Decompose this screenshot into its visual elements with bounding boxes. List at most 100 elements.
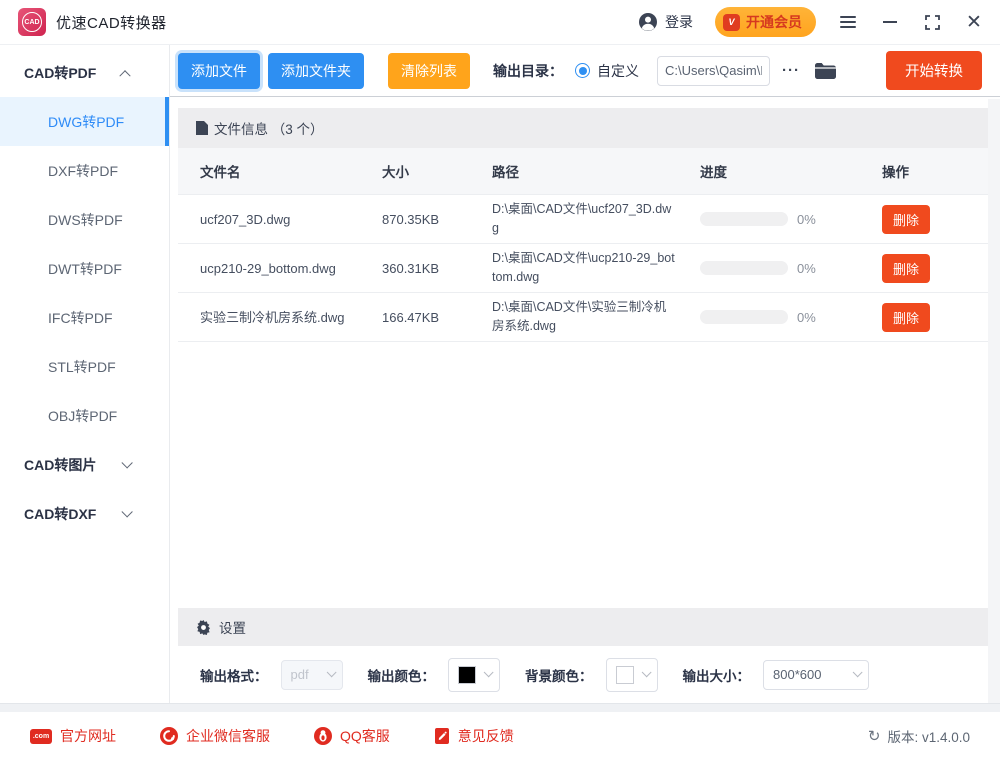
progress-bar	[700, 261, 788, 275]
output-color-label: 输出颜色：	[368, 665, 436, 685]
browse-dots-button[interactable]: ···	[782, 62, 800, 79]
vip-label: 开通会员	[746, 12, 802, 32]
feedback-link[interactable]: 意见反馈	[434, 726, 514, 746]
progress-bar	[700, 310, 788, 324]
sidebar-item-stl-to-pdf[interactable]: STL转PDF	[0, 342, 169, 391]
official-site-link[interactable]: .com 官方网址	[30, 726, 116, 746]
sidebar-group-cad-to-pdf[interactable]: CAD转PDF	[0, 48, 169, 97]
qq-support-link[interactable]: QQ客服	[314, 726, 390, 746]
menu-icon[interactable]	[838, 12, 858, 32]
clear-list-button[interactable]: 清除列表	[388, 53, 470, 89]
progress-percent: 0%	[797, 261, 816, 276]
output-size-select[interactable]: 800*600	[763, 660, 869, 690]
chevron-down-icon	[326, 667, 336, 677]
sidebar-item-obj-to-pdf[interactable]: OBJ转PDF	[0, 391, 169, 440]
chevron-down-icon	[641, 667, 651, 677]
output-format-select[interactable]: pdf	[281, 660, 343, 690]
file-path: D:\桌面\CAD文件\ucf207_3D.dwg	[492, 200, 700, 238]
add-folder-button[interactable]: 添加文件夹	[268, 53, 364, 89]
version-text: 版本: v1.4.0.0	[887, 726, 970, 746]
settings-title: 设置	[219, 617, 246, 637]
sidebar-item-dwt-to-pdf[interactable]: DWT转PDF	[0, 244, 169, 293]
wechat-support-link[interactable]: 企业微信客服	[160, 726, 270, 746]
sidebar-group-cad-to-image[interactable]: CAD转图片	[0, 440, 169, 489]
open-vip-button[interactable]: V 开通会员	[715, 7, 816, 37]
scrollbar-track[interactable]	[988, 99, 1000, 703]
output-dir-label: 输出目录：	[493, 61, 563, 81]
col-path: 路径	[492, 161, 700, 181]
vip-icon: V	[723, 14, 740, 31]
progress-percent: 0%	[797, 310, 816, 325]
gear-icon	[196, 620, 211, 635]
delete-button[interactable]: 删除	[882, 254, 930, 283]
delete-button[interactable]: 删除	[882, 303, 930, 332]
maximize-icon	[925, 15, 940, 30]
qq-icon	[314, 727, 332, 745]
chevron-down-icon	[121, 457, 132, 468]
settings-row: 输出格式： pdf 输出颜色： 背景颜色： 输出大小： 800*600	[178, 646, 988, 703]
toolbar: 添加文件 添加文件夹 清除列表 输出目录： 自定义 ··· 开始转换	[170, 45, 1000, 97]
sidebar: CAD转PDF DWG转PDF DXF转PDF DWS转PDF DWT转PDF …	[0, 45, 170, 703]
sidebar-item-dxf-to-pdf[interactable]: DXF转PDF	[0, 146, 169, 195]
add-file-button[interactable]: 添加文件	[178, 53, 260, 89]
output-format-label: 输出格式：	[200, 665, 268, 685]
sidebar-item-ifc-to-pdf[interactable]: IFC转PDF	[0, 293, 169, 342]
wechat-icon	[160, 727, 178, 745]
color-swatch	[458, 666, 476, 684]
folder-icon	[814, 62, 836, 80]
output-path-input[interactable]	[657, 56, 770, 86]
app-title: 优速CAD转换器	[56, 12, 167, 33]
maximize-button[interactable]	[922, 12, 942, 32]
login-button[interactable]: 登录	[638, 12, 693, 32]
chevron-down-icon	[121, 506, 132, 517]
refresh-icon[interactable]: ↻	[868, 727, 881, 745]
bg-color-select[interactable]	[606, 658, 658, 692]
col-progress: 进度	[700, 161, 882, 181]
file-info-title: 文件信息 （3 个）	[214, 118, 324, 138]
open-folder-button[interactable]	[814, 62, 836, 80]
minimize-button[interactable]	[880, 12, 900, 32]
chevron-down-icon	[484, 667, 494, 677]
bg-color-label: 背景颜色：	[525, 665, 593, 685]
col-action: 操作	[882, 161, 988, 181]
file-table: ucf207_3D.dwg 870.35KB D:\桌面\CAD文件\ucf20…	[178, 194, 988, 342]
version-info: ↻ 版本: v1.4.0.0	[868, 726, 970, 746]
table-row: ucf207_3D.dwg 870.35KB D:\桌面\CAD文件\ucf20…	[178, 194, 988, 243]
sidebar-item-dws-to-pdf[interactable]: DWS转PDF	[0, 195, 169, 244]
file-path: D:\桌面\CAD文件\ucp210-29_bottom.dwg	[492, 249, 700, 287]
custom-dir-radio-label: 自定义	[597, 61, 639, 81]
titlebar: CAD 优速CAD转换器 登录 V 开通会员 ✕	[0, 0, 1000, 45]
user-icon	[638, 12, 658, 32]
file-name: ucp210-29_bottom.dwg	[200, 259, 382, 278]
sidebar-item-dwg-to-pdf[interactable]: DWG转PDF	[0, 97, 169, 146]
footer-separator	[0, 703, 1000, 712]
col-size: 大小	[382, 161, 492, 181]
chevron-up-icon	[119, 70, 130, 81]
app-logo-icon: CAD	[18, 8, 46, 36]
custom-dir-radio[interactable]	[575, 63, 590, 78]
chevron-down-icon	[853, 667, 863, 677]
start-convert-button[interactable]: 开始转换	[886, 51, 982, 90]
output-color-select[interactable]	[448, 658, 500, 692]
file-size: 870.35KB	[382, 212, 492, 227]
sidebar-group-cad-to-dxf[interactable]: CAD转DXF	[0, 489, 169, 538]
settings-bar: 设置	[178, 608, 988, 646]
website-icon: .com	[30, 729, 52, 744]
file-path: D:\桌面\CAD文件\实验三制冷机房系统.dwg	[492, 298, 700, 336]
main-panel: 添加文件 添加文件夹 清除列表 输出目录： 自定义 ··· 开始转换 文件信息 …	[170, 45, 1000, 703]
table-row: 实验三制冷机房系统.dwg 166.47KB D:\桌面\CAD文件\实验三制冷…	[178, 292, 988, 341]
table-row: ucp210-29_bottom.dwg 360.31KB D:\桌面\CAD文…	[178, 243, 988, 292]
document-icon	[196, 121, 208, 135]
file-size: 166.47KB	[382, 310, 492, 325]
file-name: ucf207_3D.dwg	[200, 210, 382, 229]
progress-percent: 0%	[797, 212, 816, 227]
close-button[interactable]: ✕	[964, 12, 984, 32]
footer: .com 官方网址 企业微信客服 QQ客服 意见反馈 ↻ 版本: v1.4.0.…	[0, 712, 1000, 760]
delete-button[interactable]: 删除	[882, 205, 930, 234]
file-info-bar: 文件信息 （3 个）	[178, 108, 988, 148]
col-name: 文件名	[200, 161, 382, 181]
progress-bar	[700, 212, 788, 226]
color-swatch	[616, 666, 634, 684]
output-size-label: 输出大小：	[683, 665, 751, 685]
file-size: 360.31KB	[382, 261, 492, 276]
